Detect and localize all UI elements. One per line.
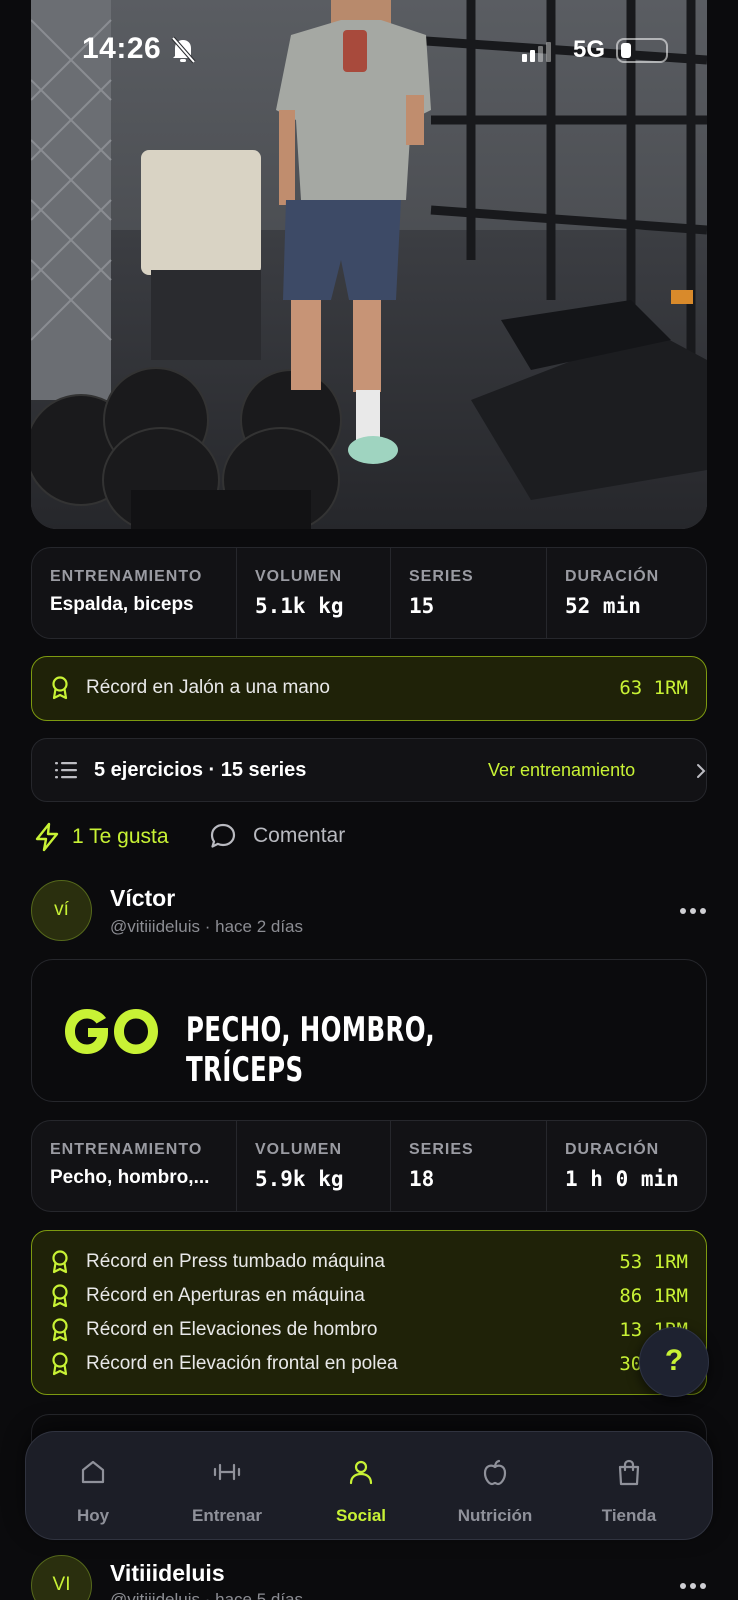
stat-series: SERIES 18 — [391, 1121, 547, 1211]
record-row: Récord en Elevación frontal en polea 30 … — [50, 1347, 688, 1381]
nav-item-nutricion[interactable]: Nutrición — [428, 1432, 562, 1541]
nav-item-tienda[interactable]: Tienda — [562, 1432, 696, 1541]
record-text: Récord en Press tumbado máquina — [86, 1251, 385, 1272]
list-icon — [55, 762, 77, 779]
workout-banner[interactable]: PECHO, HOMBRO, TRÍCEPS — [31, 959, 707, 1102]
record-row: Récord en Press tumbado máquina 53 1RM — [50, 1245, 688, 1279]
help-button[interactable]: ? — [639, 1327, 709, 1397]
post-author-handle: @vitiiideluis · hace 5 días — [110, 1590, 304, 1600]
award-icon — [52, 1284, 68, 1308]
comment-icon — [210, 823, 236, 848]
more-options-icon[interactable] — [680, 1583, 706, 1589]
chevron-right-icon — [697, 764, 706, 778]
post-author-name[interactable]: Vitiiideluis — [110, 1560, 225, 1587]
likes-count: 1 Te gusta — [72, 825, 169, 848]
stat-label: DURACIÓN — [565, 1141, 660, 1158]
nav-label: Entrenar — [192, 1506, 262, 1525]
user-icon — [349, 1460, 373, 1485]
nav-item-entrenar[interactable]: Entrenar — [160, 1432, 294, 1541]
post-author-handle: @vitiiideluis · hace 2 días — [110, 917, 304, 936]
go-logo-icon — [65, 1009, 158, 1054]
record-value: 53 1RM — [619, 1251, 688, 1273]
record-text: Récord en Elevación frontal en polea — [86, 1353, 398, 1374]
bell-off-icon — [171, 36, 196, 64]
home-icon — [81, 1460, 105, 1484]
stat-label: DURACIÓN — [565, 568, 660, 585]
records-box: Récord en Jalón a una mano 63 1RM — [31, 656, 707, 721]
stat-value: 1 h 0 min — [565, 1167, 679, 1191]
nav-item-social[interactable]: Social — [294, 1432, 428, 1541]
apple-icon — [483, 1459, 507, 1486]
records-box: Récord en Press tumbado máquina 53 1RM R… — [31, 1230, 707, 1395]
stat-value: 15 — [409, 594, 435, 618]
nav-label: Hoy — [76, 1506, 110, 1525]
like-button[interactable]: 1 Te gusta — [34, 822, 169, 852]
signal-icon — [522, 42, 551, 62]
dumbbell-icon — [213, 1463, 241, 1481]
stat-workout: ENTRENAMIENTO Espalda, biceps — [32, 548, 237, 638]
record-row: Récord en Aperturas en máquina 86 1RM — [50, 1279, 688, 1313]
stat-label: SERIES — [409, 1141, 474, 1158]
shopping-bag-icon — [618, 1459, 640, 1486]
stat-value: 52 min — [565, 594, 641, 618]
record-value: 86 1RM — [619, 1285, 688, 1307]
record-row: Récord en Elevaciones de hombro 13 1RM — [50, 1313, 688, 1347]
stat-label: ENTRENAMIENTO — [50, 568, 203, 585]
stat-volume: VOLUMEN 5.9k kg — [237, 1121, 391, 1211]
stat-workout: ENTRENAMIENTO Pecho, hombro,... — [32, 1121, 237, 1211]
network-type: 5G — [573, 36, 606, 63]
workout-photo — [31, 0, 707, 529]
lightning-icon — [35, 822, 59, 852]
avatar[interactable]: VI — [31, 1555, 92, 1600]
comment-button[interactable]: Comentar — [209, 822, 345, 850]
view-workout-link[interactable]: Ver entrenamiento — [488, 760, 635, 781]
comment-label: Comentar — [253, 824, 346, 847]
stat-value: Espalda, biceps — [50, 594, 194, 615]
record-text: Récord en Aperturas en máquina — [86, 1285, 365, 1306]
nav-item-hoy[interactable]: Hoy — [26, 1432, 160, 1541]
exercises-row[interactable]: 5 ejercicios · 15 series Ver entrenamien… — [31, 738, 707, 802]
award-icon — [52, 676, 68, 700]
stat-value: 18 — [409, 1167, 435, 1191]
stat-label: SERIES — [409, 568, 474, 585]
award-icon — [52, 1352, 68, 1376]
post-author-name[interactable]: Víctor — [110, 885, 175, 912]
workout-stats-card: ENTRENAMIENTO Espalda, biceps VOLUMEN 5.… — [31, 547, 707, 639]
stat-duration: DURACIÓN 52 min — [547, 548, 705, 638]
record-value: 63 1RM — [619, 677, 688, 699]
stat-value: 5.1k kg — [255, 594, 344, 618]
stat-series: SERIES 15 — [391, 548, 547, 638]
record-text: Récord en Jalón a una mano — [86, 677, 330, 698]
stat-label: VOLUMEN — [255, 568, 342, 585]
stat-volume: VOLUMEN 5.1k kg — [237, 548, 391, 638]
stat-value: Pecho, hombro,... — [50, 1167, 210, 1188]
record-text: Récord en Elevaciones de hombro — [86, 1319, 378, 1340]
avatar[interactable]: ví — [31, 880, 92, 941]
award-icon — [52, 1250, 68, 1274]
record-row: Récord en Jalón a una mano 63 1RM — [50, 671, 688, 705]
banner-title: PECHO, HOMBRO, TRÍCEPS — [186, 1010, 435, 1090]
status-time: 14:26 — [82, 32, 162, 65]
nav-label: Nutrición — [457, 1506, 533, 1525]
award-icon — [52, 1318, 68, 1342]
nav-label: Tienda — [601, 1506, 657, 1525]
stat-label: VOLUMEN — [255, 1141, 342, 1158]
nav-label: Social — [335, 1506, 387, 1525]
bottom-nav: Hoy Entrenar Social Nutrición Tienda — [25, 1431, 713, 1540]
more-options-icon[interactable] — [680, 908, 706, 914]
workout-stats-card: ENTRENAMIENTO Pecho, hombro,... VOLUMEN … — [31, 1120, 707, 1212]
stat-duration: DURACIÓN 1 h 0 min — [547, 1121, 705, 1211]
stat-label: ENTRENAMIENTO — [50, 1141, 203, 1158]
exercises-summary: 5 ejercicios · 15 series — [94, 759, 307, 781]
battery-icon — [616, 38, 668, 63]
stat-value: 5.9k kg — [255, 1167, 344, 1191]
